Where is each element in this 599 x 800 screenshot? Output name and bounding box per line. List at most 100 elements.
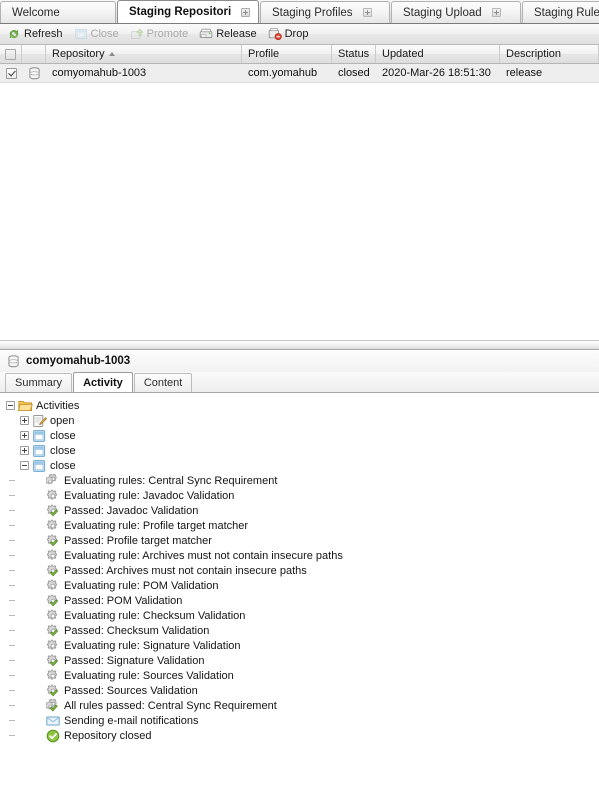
open-activity-icon <box>32 414 47 428</box>
tree-node-label: Passed: POM Validation <box>64 594 182 608</box>
detail-tab-summary[interactable]: Summary <box>5 373 72 392</box>
detail-panel-title: comyomahub-1003 <box>0 350 599 372</box>
tree-node-event-14[interactable]: Passed: Sources Validation <box>6 683 599 698</box>
expand-toggle-icon[interactable] <box>20 416 29 425</box>
gear-icon <box>46 669 61 683</box>
repository-grid-header: RepositoryProfile Status Updated Descriptio… <box>0 45 599 64</box>
release-icon <box>199 27 213 41</box>
repository-toolbar: Refresh Close Promote ReleaseDrop <box>0 24 599 45</box>
tree-node-event-0[interactable]: Evaluating rules: Central Sync Requireme… <box>6 473 599 488</box>
main-tab-label: Staging Repositori <box>129 2 231 22</box>
tree-node-label: Sending e-mail notifications <box>64 714 199 728</box>
main-tab-label: Staging Upload <box>403 3 482 23</box>
cell-checkbox[interactable] <box>0 64 22 82</box>
column-header-icon[interactable] <box>22 45 46 63</box>
column-header-label: Status <box>338 48 369 60</box>
tree-node-event-17[interactable]: Repository closed <box>6 728 599 743</box>
tree-node-event-1[interactable]: Evaluating rule: Javadoc Validation <box>6 488 599 503</box>
success-check-icon <box>46 729 61 743</box>
database-icon <box>7 355 20 368</box>
close-icon[interactable] <box>241 8 250 17</box>
main-tab-staging-repositori[interactable]: Staging Repositori <box>117 0 259 23</box>
column-header-status[interactable]: Status <box>332 45 376 63</box>
tree-node-event-6[interactable]: Passed: Archives must not contain insecu… <box>6 563 599 578</box>
row-select-checkbox[interactable] <box>6 68 17 79</box>
detail-tab-content[interactable]: Content <box>134 373 193 392</box>
tree-node-activity-1[interactable]: close <box>6 428 599 443</box>
tree-node-event-7[interactable]: Evaluating rule: POM Validation <box>6 578 599 593</box>
cell-repository: comyomahub-1003 <box>46 64 242 82</box>
tree-node-label: Evaluating rule: Sources Validation <box>64 669 234 683</box>
column-header-checkbox[interactable] <box>0 45 22 63</box>
expand-toggle-icon[interactable] <box>20 431 29 440</box>
tree-node-label: Evaluating rule: POM Validation <box>64 579 219 593</box>
column-header-repository[interactable]: Repository <box>46 45 242 63</box>
staging-repositories-window: Welcome Staging Repositori Staging Profile… <box>0 0 599 800</box>
tree-node-event-8[interactable]: Passed: POM Validation <box>6 593 599 608</box>
close-activity-icon <box>32 459 47 473</box>
activity-tree: ActivitiesopencloseclosecloseEvaluating … <box>0 393 599 743</box>
tree-node-event-11[interactable]: Evaluating rule: Signature Validation <box>6 638 599 653</box>
cell-text: release <box>506 67 542 79</box>
column-header-profile[interactable]: Profile <box>242 45 332 63</box>
tree-node-activity-3[interactable]: close <box>6 458 599 473</box>
tree-node-label: Repository closed <box>64 729 151 743</box>
tree-node-label: Evaluating rules: Central Sync Requireme… <box>64 474 277 488</box>
column-header-label: Updated <box>382 48 424 60</box>
detail-tab-activity[interactable]: Activity <box>73 372 133 392</box>
gear-icon <box>46 639 61 653</box>
tree-node-label: Activities <box>36 399 79 413</box>
tree-node-event-15[interactable]: All rules passed: Central Sync Requireme… <box>6 698 599 713</box>
tree-node-event-13[interactable]: Evaluating rule: Sources Validation <box>6 668 599 683</box>
refresh-icon <box>7 27 21 41</box>
tree-node-activities[interactable]: Activities <box>6 398 599 413</box>
email-icon <box>46 714 61 728</box>
column-header-updated[interactable]: Updated <box>376 45 500 63</box>
close-icon[interactable] <box>363 8 372 17</box>
tree-node-event-5[interactable]: Evaluating rule: Archives must not conta… <box>6 548 599 563</box>
main-tab-welcome[interactable]: Welcome <box>0 1 116 23</box>
tree-node-activity-2[interactable]: close <box>6 443 599 458</box>
close-activity-icon <box>32 429 47 443</box>
tree-node-event-3[interactable]: Evaluating rule: Profile target matcher <box>6 518 599 533</box>
gear-passed-icon <box>46 684 61 698</box>
release-button[interactable]: Release <box>196 25 262 44</box>
collapse-toggle-icon[interactable] <box>20 461 29 470</box>
main-tab-staging-profiles[interactable]: Staging Profiles <box>260 1 390 23</box>
table-row[interactable]: comyomahub-1003com.yomahubclosed2020-Mar… <box>0 64 599 83</box>
collapse-toggle-icon[interactable] <box>6 401 15 410</box>
cell-description: release <box>500 64 599 82</box>
panel-splitter[interactable] <box>0 340 599 350</box>
gear-passed-icon <box>46 624 61 638</box>
toolbar-button-label: Close <box>91 28 119 40</box>
tree-node-label: Passed: Archives must not contain insecu… <box>64 564 307 578</box>
select-all-checkbox[interactable] <box>5 49 16 60</box>
expand-toggle-icon[interactable] <box>20 446 29 455</box>
tree-node-activity-0[interactable]: open <box>6 413 599 428</box>
tree-node-label: Passed: Signature Validation <box>64 654 204 668</box>
promote-button: Promote <box>127 25 195 44</box>
drop-icon <box>268 27 282 41</box>
toolbar-button-label: Promote <box>147 28 189 40</box>
cell-text: closed <box>338 67 370 79</box>
close-icon[interactable] <box>492 8 501 17</box>
main-tab-bar: Welcome Staging Repositori Staging Profile… <box>0 0 599 24</box>
gear-icon <box>46 579 61 593</box>
main-tab-staging-ruleset[interactable]: Staging Ruleset <box>522 1 599 23</box>
tree-node-event-4[interactable]: Passed: Profile target matcher <box>6 533 599 548</box>
column-header-description[interactable]: Description <box>500 45 599 63</box>
cell-text: com.yomahub <box>248 67 317 79</box>
refresh-button[interactable]: Refresh <box>4 25 69 44</box>
tree-node-event-12[interactable]: Passed: Signature Validation <box>6 653 599 668</box>
tree-node-event-2[interactable]: Passed: Javadoc Validation <box>6 503 599 518</box>
main-tab-label: Staging Ruleset <box>534 3 599 23</box>
gear-passed-icon <box>46 564 61 578</box>
tree-node-event-16[interactable]: Sending e-mail notifications <box>6 713 599 728</box>
main-tab-staging-upload[interactable]: Staging Upload <box>391 1 521 23</box>
tree-node-label: Evaluating rule: Checksum Validation <box>64 609 245 623</box>
drop-button[interactable]: Drop <box>265 25 315 44</box>
tree-node-label: open <box>50 414 74 428</box>
tree-node-event-10[interactable]: Passed: Checksum Validation <box>6 623 599 638</box>
tree-node-event-9[interactable]: Evaluating rule: Checksum Validation <box>6 608 599 623</box>
gears-icon <box>46 474 61 488</box>
